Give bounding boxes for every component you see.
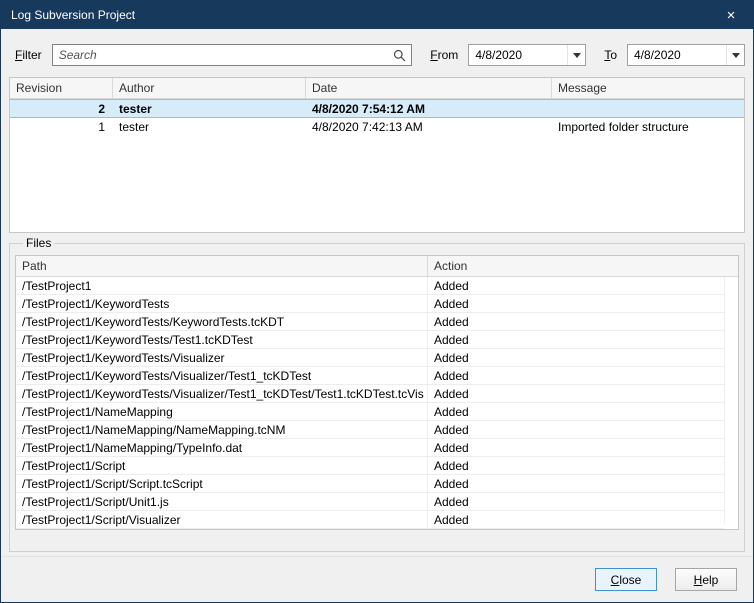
file-row[interactable]: /TestProject1/KeywordTests/VisualizerAdd… — [16, 349, 724, 367]
file-row[interactable]: /TestProject1/NameMapping/TypeInfo.datAd… — [16, 439, 724, 457]
action-cell: Added — [428, 297, 724, 311]
revision-table-header: Revision Author Date Message — [10, 78, 744, 99]
files-table-header: Path Action — [16, 256, 738, 277]
action-cell: Added — [428, 333, 724, 347]
action-cell: Added — [428, 279, 724, 293]
filter-label: Filter — [15, 48, 42, 62]
files-group: Files Path Action /TestProject1Added/Tes… — [9, 236, 745, 552]
log-subversion-project-dialog: Log Subversion Project × Filter From 4/8… — [0, 0, 754, 603]
window-title: Log Subversion Project — [1, 8, 135, 22]
path-cell: /TestProject1/KeywordTests/Test1.tcKDTes… — [16, 331, 428, 348]
column-header-author[interactable]: Author — [113, 78, 306, 98]
action-cell: Added — [428, 477, 724, 491]
from-date-value: 4/8/2020 — [469, 48, 567, 62]
action-cell: Added — [428, 495, 724, 509]
file-row[interactable]: /TestProject1/Script/Script.tcScriptAdde… — [16, 475, 724, 493]
column-header-path[interactable]: Path — [16, 256, 428, 276]
date-cell: 4/8/2020 7:42:13 AM — [306, 120, 552, 134]
revision-cell: 2 — [10, 102, 113, 116]
path-cell: /TestProject1/KeywordTests — [16, 295, 428, 312]
path-cell: /TestProject1/Script/Visualizer — [16, 511, 428, 528]
path-cell: /TestProject1/KeywordTests/Visualizer/Te… — [16, 367, 428, 384]
action-cell: Added — [428, 513, 724, 527]
to-date-dropdown[interactable]: 4/8/2020 — [627, 44, 745, 66]
revision-table: Revision Author Date Message 2tester4/8/… — [9, 77, 745, 233]
files-group-label: Files — [23, 236, 54, 250]
action-cell: Added — [428, 423, 724, 437]
path-cell: /TestProject1/KeywordTests/KeywordTests.… — [16, 313, 428, 330]
file-row[interactable]: /TestProject1/KeywordTests/Test1.tcKDTes… — [16, 331, 724, 349]
column-header-revision[interactable]: Revision — [10, 78, 113, 98]
filter-bar: Filter From 4/8/2020 To 4/8/2020 — [1, 29, 753, 77]
column-header-message[interactable]: Message — [552, 78, 744, 98]
from-label: From — [430, 48, 458, 62]
revision-table-body: 2tester4/8/2020 7:54:12 AM1tester4/8/202… — [10, 99, 744, 135]
to-label: To — [604, 48, 617, 62]
path-cell: /TestProject1/NameMapping/TypeInfo.dat — [16, 439, 428, 456]
message-cell: Imported folder structure — [552, 120, 744, 134]
close-button[interactable]: Close — [595, 568, 657, 591]
path-cell: /TestProject1/Script — [16, 457, 428, 474]
file-row[interactable]: /TestProject1Added — [16, 277, 724, 295]
files-table-body: /TestProject1Added/TestProject1/KeywordT… — [16, 277, 738, 529]
search-input[interactable] — [53, 45, 388, 65]
date-cell: 4/8/2020 7:54:12 AM — [306, 102, 552, 116]
revision-row[interactable]: 1tester4/8/2020 7:42:13 AMImported folde… — [10, 118, 744, 135]
action-cell: Added — [428, 387, 724, 401]
action-cell: Added — [428, 315, 724, 329]
action-cell: Added — [428, 405, 724, 419]
action-cell: Added — [428, 351, 724, 365]
revision-cell: 1 — [10, 120, 113, 134]
path-cell: /TestProject1/KeywordTests/Visualizer/Te… — [16, 385, 428, 402]
help-button[interactable]: Help — [675, 568, 737, 591]
chevron-down-icon[interactable] — [726, 45, 744, 65]
path-cell: /TestProject1/NameMapping — [16, 403, 428, 420]
close-icon[interactable]: × — [709, 1, 753, 29]
path-cell: /TestProject1/NameMapping/NameMapping.tc… — [16, 421, 428, 438]
author-cell: tester — [113, 120, 306, 134]
column-header-action[interactable]: Action — [428, 256, 738, 276]
file-row[interactable]: /TestProject1/KeywordTestsAdded — [16, 295, 724, 313]
files-table: Path Action /TestProject1Added/TestProje… — [15, 255, 739, 530]
path-cell: /TestProject1/KeywordTests/Visualizer — [16, 349, 428, 366]
path-cell: /TestProject1/Script/Unit1.js — [16, 493, 428, 510]
path-cell: /TestProject1/Script/Script.tcScript — [16, 475, 428, 492]
file-row[interactable]: /TestProject1/NameMapping/NameMapping.tc… — [16, 421, 724, 439]
author-cell: tester — [113, 102, 306, 116]
file-row[interactable]: /TestProject1/Script/VisualizerAdded — [16, 511, 724, 529]
to-date-value: 4/8/2020 — [628, 48, 726, 62]
from-date-dropdown[interactable]: 4/8/2020 — [468, 44, 586, 66]
titlebar[interactable]: Log Subversion Project × — [1, 1, 753, 29]
revision-row[interactable]: 2tester4/8/2020 7:54:12 AM — [10, 99, 744, 118]
file-row[interactable]: /TestProject1/Script/Unit1.jsAdded — [16, 493, 724, 511]
action-cell: Added — [428, 459, 724, 473]
chevron-down-icon[interactable] — [567, 45, 585, 65]
file-row[interactable]: /TestProject1/KeywordTests/Visualizer/Te… — [16, 385, 724, 403]
search-icon[interactable] — [387, 45, 411, 65]
file-row[interactable]: /TestProject1/KeywordTests/KeywordTests.… — [16, 313, 724, 331]
path-cell: /TestProject1 — [16, 277, 428, 294]
action-cell: Added — [428, 441, 724, 455]
action-cell: Added — [428, 369, 724, 383]
file-row[interactable]: /TestProject1/NameMappingAdded — [16, 403, 724, 421]
file-row[interactable]: /TestProject1/KeywordTests/Visualizer/Te… — [16, 367, 724, 385]
footer-bar: Close Help — [1, 556, 753, 602]
file-row[interactable]: /TestProject1/ScriptAdded — [16, 457, 724, 475]
search-box[interactable] — [52, 44, 413, 66]
column-header-date[interactable]: Date — [306, 78, 552, 98]
